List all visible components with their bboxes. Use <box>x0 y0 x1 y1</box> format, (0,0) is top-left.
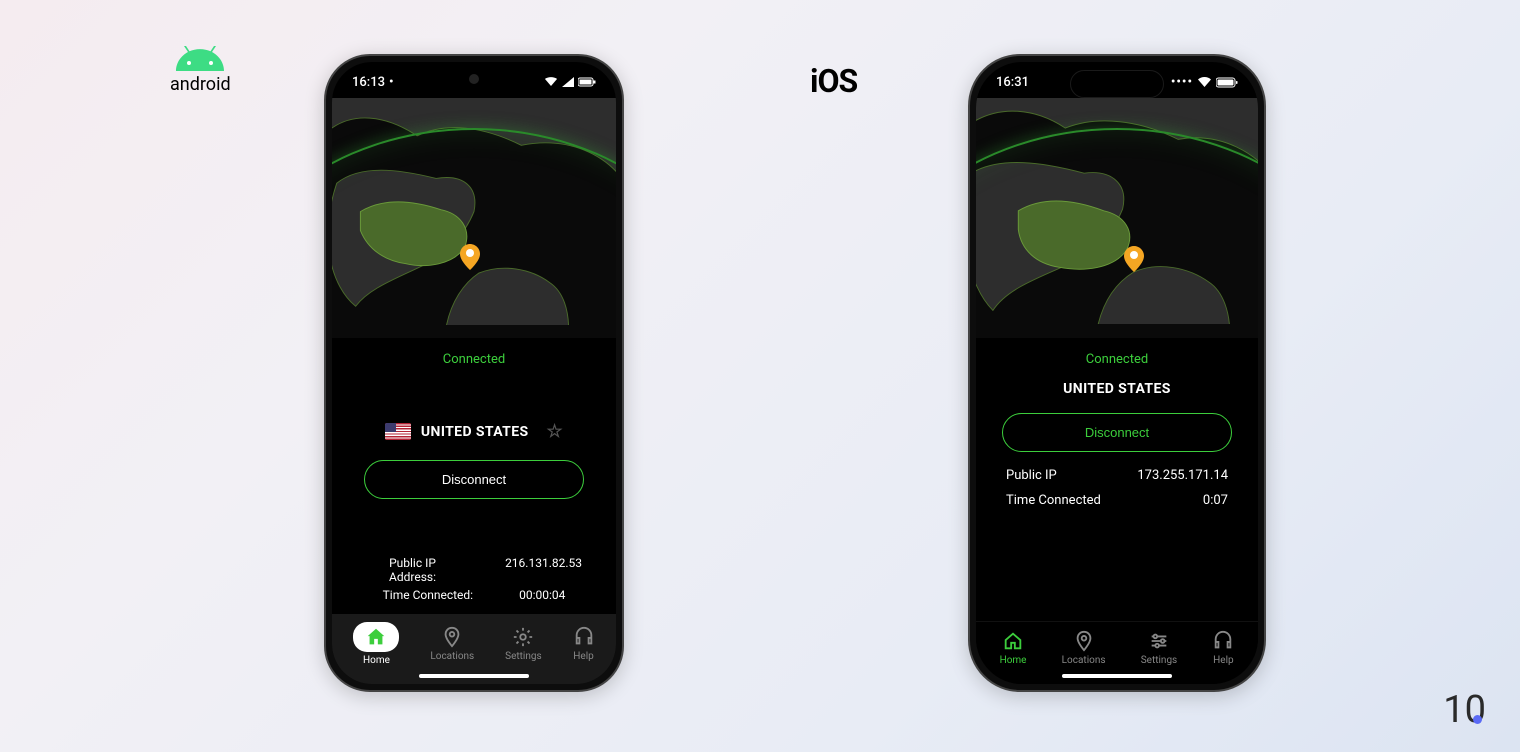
ios-body: Connected UNITED STATES Disconnect Publi… <box>976 338 1258 621</box>
android-camera-hole <box>469 74 479 84</box>
tab-home-label: Home <box>363 655 390 666</box>
country-name: UNITED STATES <box>421 424 529 440</box>
battery-icon <box>578 77 596 87</box>
headset-icon <box>573 626 595 648</box>
location-pin-icon <box>460 244 480 270</box>
tab-locations-label: Locations <box>430 651 474 662</box>
globe-arc-glow <box>976 128 1258 338</box>
public-ip-value: 216.131.82.53 <box>505 556 582 584</box>
android-clock: 16:13 <box>352 75 385 90</box>
public-ip-label: Public IP <box>1006 468 1057 483</box>
battery-icon <box>1216 77 1238 88</box>
us-flag-icon <box>385 423 411 440</box>
time-connected-label: Time Connected: <box>383 588 473 602</box>
dynamic-island <box>1070 70 1164 98</box>
tab-help-label: Help <box>573 651 593 662</box>
tab-locations[interactable]: Locations <box>430 626 474 662</box>
android-phone-frame: 16:13 • Connected <box>324 54 624 692</box>
ios-clock: 16:31 <box>996 75 1029 90</box>
ios-status-icons: •••• <box>1171 75 1238 90</box>
location-icon <box>441 626 463 648</box>
brand-one: 1 <box>1443 688 1464 732</box>
tab-settings[interactable]: Settings <box>505 626 542 662</box>
ios-screen: 16:31 •••• Connected <box>976 62 1258 684</box>
tab-home[interactable]: Home <box>1000 630 1027 666</box>
tab-help[interactable]: Help <box>1212 630 1234 666</box>
country-row[interactable]: UNITED STATES <box>1063 381 1171 397</box>
time-connected-value: 00:00:04 <box>519 588 565 602</box>
ios-platform-label: iOS <box>810 62 857 100</box>
favorite-star-icon[interactable]: ☆ <box>547 421 564 442</box>
country-row[interactable]: UNITED STATES ☆ <box>385 421 563 442</box>
disconnect-button[interactable]: Disconnect <box>364 460 584 499</box>
tab-home-label: Home <box>1000 655 1027 666</box>
android-home-indicator[interactable] <box>419 674 529 678</box>
tab-locations-label: Locations <box>1062 655 1106 666</box>
android-body: Connected UNITED STATES ☆ Disconnect Pub… <box>332 338 616 614</box>
tab-settings-label: Settings <box>505 651 542 662</box>
android-screen: 16:13 • Connected <box>332 62 616 684</box>
android-label-text: android <box>170 74 231 95</box>
tab-locations[interactable]: Locations <box>1062 630 1106 666</box>
tab-settings-label: Settings <box>1141 655 1178 666</box>
wifi-icon <box>1197 77 1212 88</box>
connection-status: Connected <box>443 352 505 367</box>
tab-help-label: Help <box>1213 655 1233 666</box>
headset-icon <box>1212 630 1234 652</box>
public-ip-value: 173.255.171.14 <box>1137 468 1228 483</box>
home-icon <box>365 626 387 648</box>
country-name: UNITED STATES <box>1063 381 1171 397</box>
wifi-icon <box>544 77 558 87</box>
tab-settings[interactable]: Settings <box>1141 630 1178 666</box>
time-connected-label: Time Connected <box>1006 493 1101 508</box>
cellular-dots-icon: •••• <box>1171 75 1193 90</box>
brand-dot-icon <box>1473 715 1482 724</box>
ios-phone-frame: 16:31 •••• Connected <box>968 54 1266 692</box>
ios-label-text: iOS <box>810 62 857 100</box>
brand-zero: 0 <box>1465 688 1486 732</box>
android-platform-label: android <box>170 46 231 95</box>
notification-dot-icon: • <box>389 75 394 90</box>
public-ip-label: Public IP Address: <box>366 556 459 584</box>
tab-help[interactable]: Help <box>573 626 595 662</box>
ios-info-block: Public IP 173.255.171.14 Time Connected … <box>996 466 1238 510</box>
tab-home[interactable]: Home <box>353 622 399 666</box>
android-info-block: Public IP Address: 216.131.82.53 Time Co… <box>352 554 596 614</box>
android-map[interactable] <box>332 98 616 338</box>
android-status-icons <box>544 77 596 87</box>
disconnect-button[interactable]: Disconnect <box>1002 413 1232 452</box>
home-icon <box>1002 630 1024 652</box>
location-icon <box>1073 630 1095 652</box>
sliders-icon <box>1148 630 1170 652</box>
ios-home-indicator[interactable] <box>1062 674 1172 678</box>
time-connected-value: 0:07 <box>1203 493 1228 508</box>
ios-map[interactable] <box>976 98 1258 338</box>
brand-logo: 1 0 <box>1443 688 1486 732</box>
location-pin-icon <box>1124 246 1144 272</box>
globe-arc-glow <box>332 128 616 338</box>
signal-icon <box>562 77 574 87</box>
gear-icon <box>512 626 534 648</box>
connection-status: Connected <box>1086 352 1148 367</box>
